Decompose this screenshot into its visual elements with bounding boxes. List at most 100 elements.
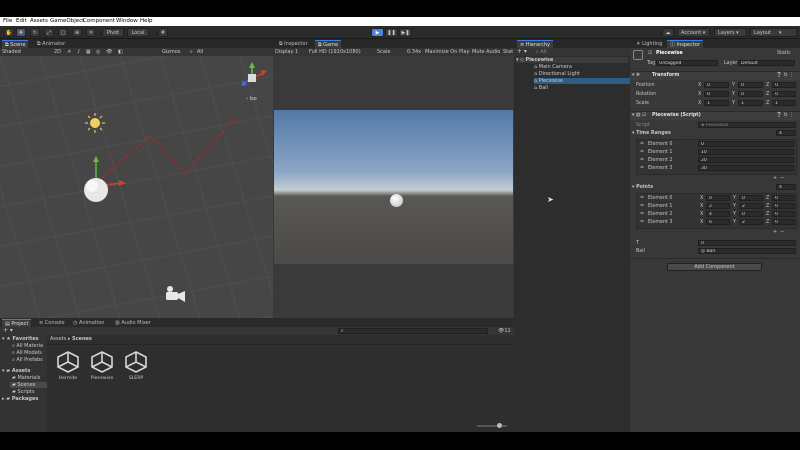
point-z-field[interactable]: 0 (772, 203, 795, 209)
scale-x[interactable]: 1 (704, 100, 729, 106)
scene-file-hermite[interactable]: Hermite (55, 350, 81, 390)
transform-menu-icon[interactable]: ❔ ⇅ ⋮ (776, 73, 794, 78)
hierarchy-search[interactable]: ⌕ All (536, 49, 547, 55)
menu-window[interactable]: Window (116, 18, 138, 24)
game-view[interactable] (273, 56, 514, 318)
scene-search-icon[interactable]: ⌕ (190, 49, 193, 55)
point-x-field[interactable]: 0 (706, 195, 730, 201)
gizmos-dropdown[interactable]: Gizmos (162, 49, 180, 55)
tab-inspector-left[interactable]: ⧉ Inspector (276, 40, 311, 48)
point-y-field[interactable]: 0 (739, 195, 763, 201)
layers-dropdown[interactable]: Layers ▾ (714, 28, 747, 37)
mute-toggle[interactable]: Mute Audio (472, 49, 500, 55)
points-foldout[interactable]: ▾ Points (632, 185, 653, 190)
rotation-y[interactable]: 0 (738, 91, 763, 97)
point-z-field[interactable]: 0 (772, 219, 795, 225)
step-button[interactable]: ▶❚ (399, 28, 412, 37)
active-checkbox[interactable]: ☑ (648, 51, 652, 56)
play-button[interactable]: ▶ (371, 28, 384, 37)
fav-item[interactable]: ⌕ All Prefabs (12, 357, 43, 363)
time-range-field[interactable]: 30 (698, 165, 794, 171)
fav-item[interactable]: ⌕ All Materia (12, 343, 43, 349)
scene-search-filter[interactable]: All (197, 49, 203, 55)
scale-z[interactable]: 1 (772, 100, 796, 106)
camera-gizmo-icon[interactable] (166, 286, 185, 302)
move-tool-icon[interactable]: ✥ (16, 28, 26, 37)
fav-item[interactable]: ⌕ All Models (12, 350, 42, 356)
local-button[interactable]: Local (127, 28, 149, 37)
scene-viewport[interactable]: ‹ Iso (0, 56, 273, 318)
tab-inspector[interactable]: ⓘ Inspector (667, 40, 703, 48)
icon-size-slider[interactable] (477, 423, 507, 428)
pivot-button[interactable]: Pivot (102, 28, 124, 37)
point-handle-icon[interactable]: = (640, 204, 644, 209)
hand-tool-icon[interactable]: ✋ (4, 28, 14, 37)
ball-field[interactable]: ◎ Ball (698, 248, 796, 254)
cloud-icon[interactable]: ☁ (662, 28, 674, 37)
point-handle-icon[interactable]: = (640, 212, 644, 217)
point-y-field[interactable]: 2 (739, 219, 763, 225)
points-add-remove[interactable]: + − (773, 230, 784, 235)
menu-gameobject[interactable]: GameObject (50, 18, 84, 24)
menu-edit[interactable]: Edit (16, 18, 27, 24)
time-range-field[interactable]: 10 (698, 149, 794, 155)
maximize-toggle[interactable]: Maximize On Play (425, 49, 469, 55)
menu-file[interactable]: File (3, 18, 12, 24)
menu-help[interactable]: Help (140, 18, 153, 24)
layout-dropdown[interactable]: Layout ▾ (750, 28, 797, 37)
static-toggle[interactable]: Static (777, 51, 791, 56)
tab-animation[interactable]: ◷ Animation (70, 319, 107, 327)
folder-item-selected[interactable]: ▰ Scenes (10, 382, 47, 388)
grid-snap-icon[interactable]: # (158, 28, 168, 37)
rotation-z[interactable]: 0 (772, 91, 796, 97)
point-handle-icon[interactable]: = (640, 196, 644, 201)
time-range-field[interactable]: 0 (698, 141, 794, 147)
time-range-handle-icon[interactable]: = (640, 166, 644, 171)
position-y[interactable]: 0 (738, 82, 763, 88)
time-range-field[interactable]: 20 (698, 157, 794, 163)
account-dropdown[interactable]: Account ▾ (677, 28, 710, 37)
time-range-handle-icon[interactable]: = (640, 142, 644, 147)
transform-tool-icon[interactable]: ⊕ (72, 28, 82, 37)
menu-component[interactable]: Component (83, 18, 115, 24)
layer-dropdown[interactable]: Default (738, 60, 795, 66)
packages-folder[interactable]: ▸ ▰ Packages (2, 396, 38, 402)
time-ranges-add-remove[interactable]: + − (773, 176, 784, 181)
hierarchy-add-button[interactable]: + ▾ (517, 48, 527, 55)
tab-hierarchy[interactable]: ≡ Hierarchy (517, 40, 553, 48)
position-z[interactable]: 0 (772, 82, 796, 88)
2d-toggle[interactable]: 2D (54, 49, 61, 55)
orientation-gizmo[interactable]: ‹ Iso (241, 62, 267, 102)
tag-dropdown[interactable]: Untagged (656, 60, 718, 66)
point-x-field[interactable]: 6 (706, 219, 730, 225)
point-x-field[interactable]: 4 (706, 211, 730, 217)
scale-value[interactable]: 0.34x (407, 49, 421, 55)
point-handle-icon[interactable]: = (640, 220, 644, 225)
favorites-folder[interactable]: ▾ ★ Favorites (2, 336, 39, 342)
scale-y[interactable]: 1 (738, 100, 763, 106)
hierarchy-item-piecewise[interactable]: ⌂ Piecewise (534, 78, 630, 84)
scene-file-slerp[interactable]: SLERP (123, 350, 149, 390)
project-search-input[interactable]: ⌕ (338, 328, 488, 334)
tab-animator[interactable]: ⧉ Animator (34, 40, 68, 48)
project-add-button[interactable]: + ▾ (3, 327, 13, 334)
t-field[interactable]: 0 (698, 240, 796, 246)
folder-item[interactable]: ▰ Scripts (12, 389, 35, 395)
resolution-dropdown[interactable]: Full HD (1920x1080) (309, 49, 361, 55)
point-z-field[interactable]: 0 (772, 211, 795, 217)
scene-toggles-icon[interactable]: ☀ ♪ ▦ ◎ 👁 ◧ (67, 49, 125, 55)
menu-assets[interactable]: Assets (30, 18, 48, 24)
tab-audio-mixer[interactable]: ▥ Audio Mixer (112, 319, 154, 327)
rotation-x[interactable]: 0 (704, 91, 729, 97)
point-x-field[interactable]: 2 (706, 203, 730, 209)
add-component-button[interactable]: Add Component (667, 263, 762, 271)
rotate-tool-icon[interactable]: ↻ (30, 28, 40, 37)
tab-project[interactable]: ▤ Project (2, 319, 32, 327)
tab-game[interactable]: ⧉ Game (315, 40, 342, 48)
display-dropdown[interactable]: Display 1 (275, 49, 298, 55)
object-name[interactable]: Piecewise (656, 51, 683, 56)
custom-tool-icon[interactable]: ✕ (86, 28, 96, 37)
light-gizmo-icon[interactable] (90, 118, 100, 128)
tab-scene[interactable]: ⧉ Scene (2, 40, 29, 48)
scale-tool-icon[interactable]: ⤢ (44, 28, 54, 37)
